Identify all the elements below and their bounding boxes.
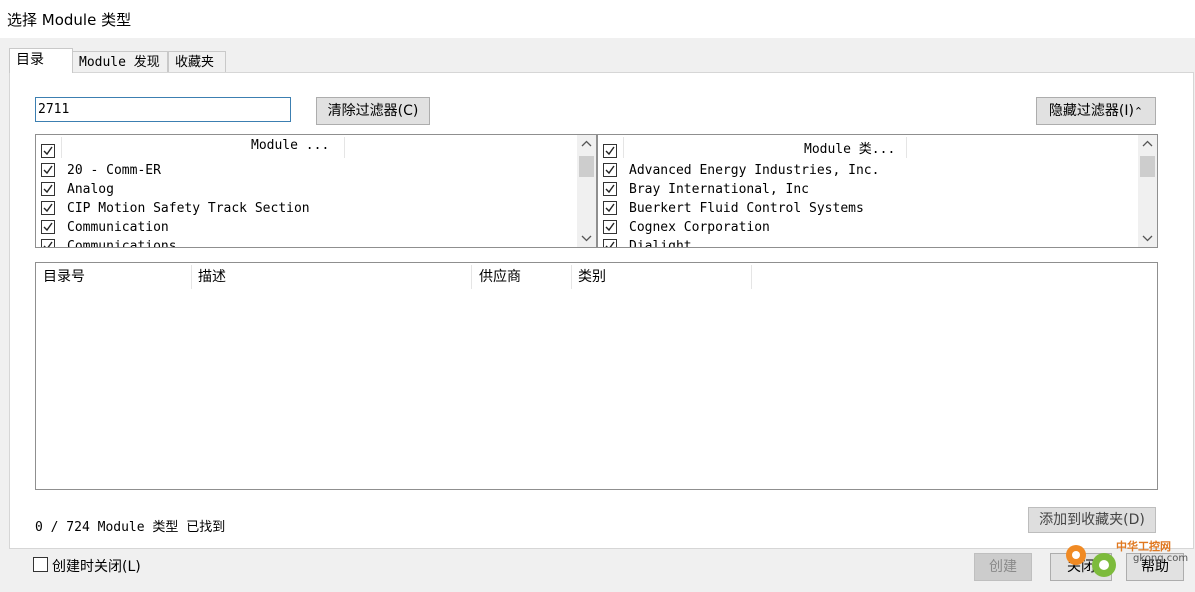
list-item-label: Buerkert Fluid Control Systems (629, 201, 864, 216)
scroll-up-icon[interactable] (1141, 138, 1154, 151)
list-item-label: Analog (67, 182, 114, 197)
scroll-down-icon[interactable] (1141, 231, 1154, 244)
list-item[interactable]: Cognex Corporation (598, 218, 1138, 237)
close-on-create-checkbox[interactable] (33, 557, 48, 576)
collapse-chevron-icon: ⌃ (1133, 105, 1144, 118)
create-button[interactable]: 创建 (974, 553, 1032, 581)
list-item[interactable]: CIP Motion Safety Track Section (36, 199, 576, 218)
found-count-status: 0 / 724 Module 类型 已找到 (35, 520, 226, 535)
list-item[interactable]: Communications (36, 237, 576, 248)
scrollbar-thumb[interactable] (1140, 156, 1155, 177)
column-header-vendor[interactable]: 供应商 (479, 266, 521, 286)
scroll-up-icon[interactable] (580, 138, 593, 151)
list-item-label: Advanced Energy Industries, Inc. (629, 163, 880, 178)
column-header-category[interactable]: 类别 (578, 266, 606, 286)
checkbox[interactable] (603, 239, 617, 247)
vendor-column-header[interactable]: Module 类... (804, 138, 895, 157)
close-on-create-label[interactable]: 创建时关闭(L) (52, 556, 141, 576)
checkbox[interactable] (603, 220, 617, 234)
checkbox[interactable] (603, 163, 617, 177)
checkbox[interactable] (41, 201, 55, 215)
checkbox[interactable] (603, 201, 617, 215)
hide-filter-label: 隐藏过滤器(I) (1048, 103, 1134, 119)
results-table[interactable]: 目录号 描述 供应商 类别 (35, 262, 1158, 490)
add-to-favorites-button[interactable]: 添加到收藏夹(D) (1028, 507, 1156, 533)
select-all-categories-checkbox[interactable] (41, 144, 55, 158)
watermark-url: gkong.com (1133, 553, 1189, 564)
checkbox[interactable] (41, 163, 55, 177)
list-item[interactable]: Dialight (598, 237, 1138, 248)
filter-input[interactable] (35, 97, 291, 122)
watermark-title: 中华工控网 (1116, 540, 1171, 553)
checkbox[interactable] (41, 220, 55, 234)
list-item-label: Dialight (629, 239, 692, 248)
checkbox[interactable] (41, 182, 55, 196)
clear-filter-button[interactable]: 清除过滤器(C) (316, 97, 430, 125)
list-item-label: Communication (67, 220, 169, 235)
column-header-description[interactable]: 描述 (198, 266, 226, 286)
tab-module-discovery[interactable]: Module 发现 (72, 51, 168, 73)
list-item-label: Cognex Corporation (629, 220, 770, 235)
title-bar (0, 0, 1195, 38)
category-column-header[interactable]: Module ... (251, 138, 329, 153)
list-item[interactable]: Analog (36, 180, 576, 199)
list-item-label: CIP Motion Safety Track Section (67, 201, 310, 216)
list-item[interactable]: Buerkert Fluid Control Systems (598, 199, 1138, 218)
list-item[interactable]: Communication (36, 218, 576, 237)
list-item[interactable]: Bray International, Inc (598, 180, 1138, 199)
scrollbar-thumb[interactable] (579, 156, 594, 177)
vendor-filter-list[interactable]: Module 类... Advanced Energy Industries, … (597, 134, 1158, 248)
scroll-down-icon[interactable] (580, 231, 593, 244)
category-list-header: Module ... (36, 135, 596, 159)
select-all-vendors-checkbox[interactable] (603, 144, 617, 158)
category-list-scrollbar[interactable] (577, 135, 596, 247)
tab-catalog[interactable]: 目录 (9, 48, 73, 73)
list-item-label: 20 - Comm-ER (67, 163, 161, 178)
checkbox[interactable] (603, 182, 617, 196)
list-item[interactable]: 20 - Comm-ER (36, 161, 576, 180)
vendor-list-scrollbar[interactable] (1138, 135, 1157, 247)
column-header-catalog-number[interactable]: 目录号 (43, 266, 85, 286)
checkbox[interactable] (41, 239, 55, 247)
hide-filter-button[interactable]: 隐藏过滤器(I)⌃ (1036, 97, 1156, 125)
list-item[interactable]: Advanced Energy Industries, Inc. (598, 161, 1138, 180)
tab-favorites[interactable]: 收藏夹 (168, 51, 226, 73)
category-filter-list[interactable]: Module ... 20 - Comm-ER Analog CIP Motio… (35, 134, 597, 248)
list-item-label: Communications (67, 239, 177, 248)
vendor-list-header: Module 类... (598, 135, 1157, 159)
list-item-label: Bray International, Inc (629, 182, 810, 197)
window-title: 选择 Module 类型 (7, 11, 132, 29)
